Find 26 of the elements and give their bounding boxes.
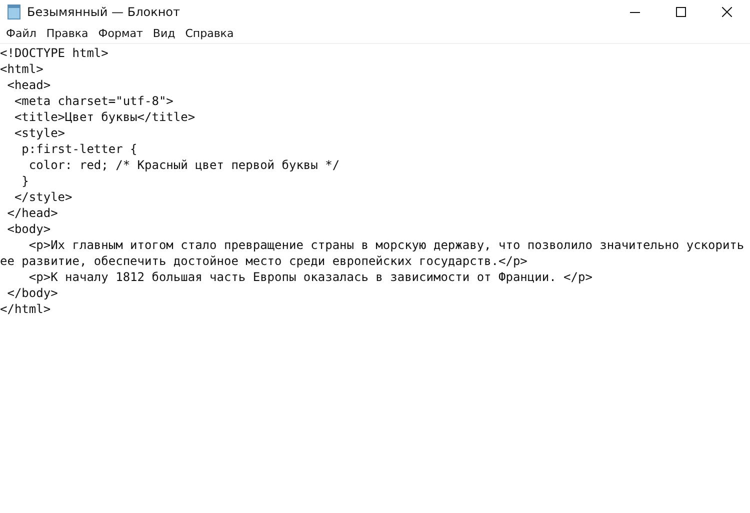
code-line: </head> (6, 205, 59, 221)
close-icon (722, 6, 732, 16)
code-line: } (20, 173, 30, 189)
menu-item[interactable]: Формат (93, 26, 148, 40)
menu-item[interactable]: Вид (148, 26, 180, 40)
code-line: <head> (6, 77, 52, 93)
code-line: ее развитие, обеспечить достойное место среди европейских государств.</p> (0, 253, 528, 269)
window-title: Безымянный — Блокнот (27, 4, 180, 18)
code-line: <body> (6, 221, 52, 237)
code-line: </style> (13, 189, 74, 205)
code-line: <style> (13, 125, 66, 141)
code-line: </html> (0, 301, 52, 317)
menu-item[interactable]: Правка (41, 26, 94, 40)
notepad-icon (7, 4, 21, 20)
code-line: <meta charset="utf-8"> (13, 93, 174, 109)
code-line: color: red; /* Красный цвет первой буквы */ (28, 157, 341, 173)
menu-item[interactable]: Файл (1, 26, 42, 40)
code-line: p:first-letter { (20, 141, 138, 157)
menu-item[interactable]: Справка (180, 26, 239, 40)
code-line: <html> (0, 61, 44, 77)
code-line: <p>Их главным итогом стало превращение страны в морскую державу, что позволило значительно ускорить (28, 237, 746, 253)
code-line: <p>К началу 1812 большая часть Европы оказалась в зависимости от Франции. </p> (28, 269, 594, 285)
maximize-icon (676, 6, 686, 16)
code-line: <!DOCTYPE html> (0, 45, 110, 61)
code-line: <title>Цвет буквы</title> (13, 109, 196, 125)
code-line: </body> (6, 285, 59, 301)
